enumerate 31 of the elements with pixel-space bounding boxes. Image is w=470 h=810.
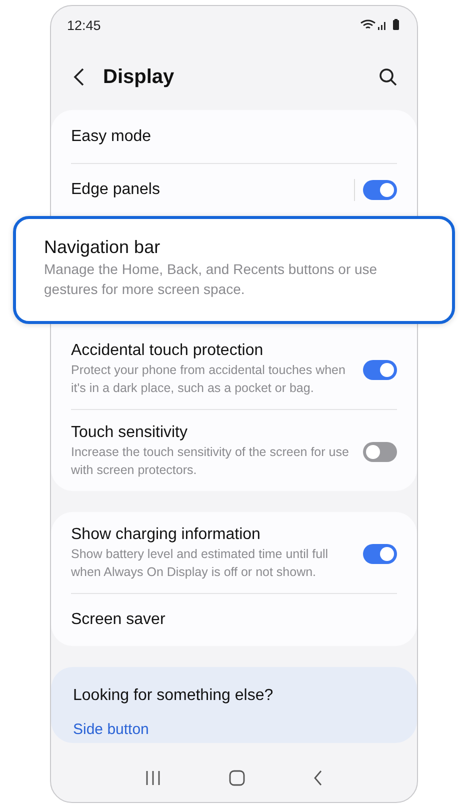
setting-row[interactable]: Accidental touch protection Protect your phone from accidental touches when it's in a dark place, such as a pocket or bag.	[71, 328, 397, 409]
setting-summary: Manage the Home, Back, and Recents buttons or use gestures for more screen space.	[44, 260, 378, 299]
setting-row[interactable]: Screen saver	[71, 593, 397, 646]
setting-row[interactable]: Easy mode	[71, 110, 397, 163]
setting-title: Edge panels	[71, 181, 161, 199]
status-time: 12:45	[67, 18, 101, 32]
setting-title: Easy mode	[71, 128, 152, 146]
setting-title: Show charging information	[71, 526, 262, 544]
suggestion-link[interactable]: Side button	[73, 721, 149, 738]
toggle-switch[interactable]	[363, 544, 397, 564]
setting-summary: Protect your phone from accidental touches when it's in a dark place, such as a pocket or bag.	[71, 362, 346, 397]
setting-title: Touch sensitivity	[71, 424, 188, 442]
suggestions-title: Looking for something else?	[73, 687, 274, 705]
highlighted-setting[interactable]: Navigation bar Manage the Home, Back, and Recents buttons or use gestures for more screen space.	[13, 216, 455, 324]
setting-row[interactable]: Touch sensitivity Increase the touch sensitivity of the screen for use with screen protectors.	[71, 409, 397, 491]
setting-summary: Show battery level and estimated time until full when Always On Display is off or not shown.	[71, 546, 330, 581]
status-icons	[360, 19, 402, 31]
toggle-switch[interactable]	[363, 442, 397, 462]
setting-title: Navigation bar	[44, 236, 162, 258]
setting-summary: Increase the touch sensitivity of the screen for use with screen protectors.	[71, 444, 350, 479]
home-icon[interactable]	[229, 770, 245, 786]
setting-title: Screen saver	[71, 611, 166, 629]
setting-title: Accidental touch protection	[71, 342, 264, 360]
setting-row[interactable]: Show charging information Show battery level and estimated time until full when Always On Display is off or not shown.	[71, 512, 397, 593]
toggle-switch[interactable]	[363, 180, 397, 200]
toggle-switch[interactable]	[363, 360, 397, 380]
recents-icon[interactable]	[145, 771, 161, 785]
back-icon	[73, 68, 85, 86]
search-icon	[379, 68, 397, 86]
page-title: Display	[103, 66, 176, 88]
back-icon[interactable]	[313, 770, 323, 786]
